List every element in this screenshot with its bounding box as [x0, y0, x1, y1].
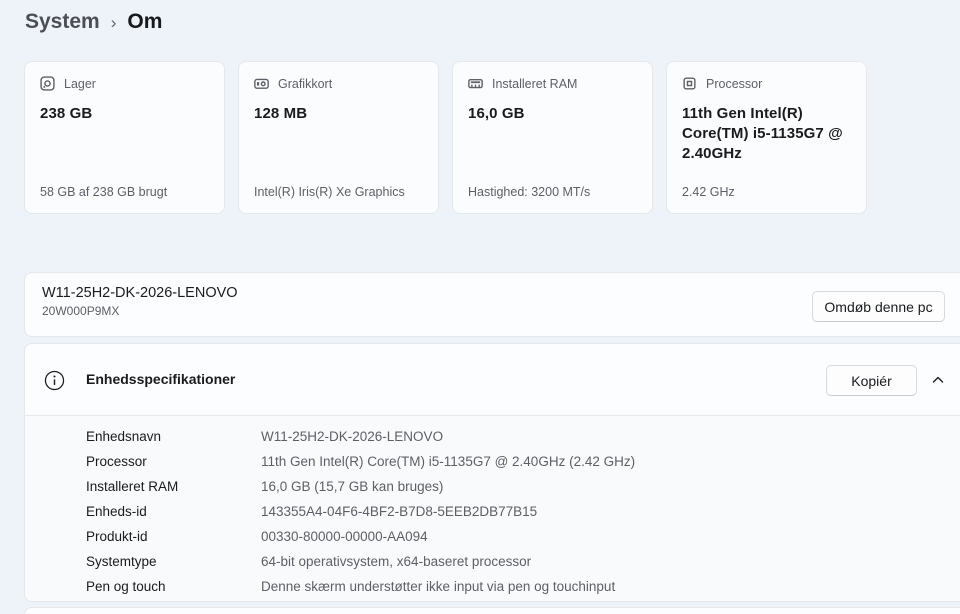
spec-row-processor: Processor 11th Gen Intel(R) Core(TM) i5-… [86, 449, 960, 474]
spec-row-device-name: Enhedsnavn W11-25H2-DK-2026-LENOVO [86, 424, 960, 449]
spec-label: Systemtype [86, 554, 157, 569]
rename-pc-button[interactable]: Omdøb denne pc [812, 291, 945, 322]
device-name-panel: W11-25H2-DK-2026-LENOVO 20W000P9MX Omdøb… [24, 272, 960, 337]
spec-row-device-id: Enheds-id 143355A4-04F6-4BF2-B7D8-5EEB2D… [86, 499, 960, 524]
card-label: Grafikkort [278, 76, 333, 91]
card-footer: 58 GB af 238 GB brugt [40, 185, 168, 199]
card-processor[interactable]: Processor 11th Gen Intel(R) Core(TM) i5-… [666, 61, 867, 214]
page-title: Om [127, 10, 163, 33]
spec-row-pen-touch: Pen og touch Denne skærm understøtter ik… [86, 574, 960, 599]
spec-row-system-type: Systemtype 64-bit operativsystem, x64-ba… [86, 549, 960, 574]
gpu-icon [254, 78, 269, 89]
settings-about-page: System › Om Lager 238 GB 58 GB af 238 GB… [0, 0, 960, 614]
card-value: 128 MB [254, 105, 308, 122]
chevron-up-icon[interactable] [930, 372, 946, 388]
spec-label: Produkt-id [86, 529, 148, 544]
device-specs-panel: Enhedsspecifikationer Kopiér Enhedsnavn … [24, 343, 960, 602]
spec-label: Installeret RAM [86, 479, 179, 494]
breadcrumb-system[interactable]: System [25, 10, 100, 34]
cpu-icon [683, 77, 696, 90]
chevron-right-icon: › [110, 12, 117, 32]
next-section-panel[interactable] [24, 607, 960, 614]
spec-value: 16,0 GB (15,7 GB kan bruges) [261, 479, 444, 494]
card-footer: Hastighed: 3200 MT/s [468, 185, 591, 199]
spec-row-product-id: Produkt-id 00330-80000-00000-AA094 [86, 524, 960, 549]
card-footer: Intel(R) Iris(R) Xe Graphics [254, 185, 405, 199]
summary-cards: Lager 238 GB 58 GB af 238 GB brugt Grafi… [24, 61, 867, 214]
device-specs-title: Enhedsspecifikationer [86, 371, 236, 387]
info-icon [44, 370, 65, 391]
spec-label: Pen og touch [86, 579, 166, 594]
spec-label: Processor [86, 454, 147, 469]
card-label: Installeret RAM [492, 76, 578, 91]
spec-value: 64-bit operativsystem, x64-baseret proce… [261, 554, 532, 569]
card-value: 238 GB [40, 105, 93, 122]
card-label: Lager [64, 76, 96, 91]
card-ram[interactable]: Installeret RAM 16,0 GB Hastighed: 3200 … [452, 61, 653, 214]
device-specs-body: Enhedsnavn W11-25H2-DK-2026-LENOVO Proce… [25, 415, 960, 601]
card-value: 11th Gen Intel(R) Core(TM) i5-1135G7 @ 2… [682, 105, 843, 162]
ram-icon [468, 78, 483, 89]
card-storage[interactable]: Lager 238 GB 58 GB af 238 GB brugt [24, 61, 225, 214]
copy-button[interactable]: Kopiér [826, 365, 917, 396]
spec-value: 00330-80000-00000-AA094 [261, 529, 428, 544]
card-value: 16,0 GB [468, 105, 525, 122]
spec-value: 143355A4-04F6-4BF2-B7D8-5EEB2DB77B15 [261, 504, 538, 519]
card-label: Processor [706, 76, 763, 91]
device-specs-header[interactable]: Enhedsspecifikationer Kopiér [25, 344, 960, 415]
storage-icon [40, 76, 55, 91]
spec-value: Denne skærm understøtter ikke input via … [261, 579, 616, 594]
card-graphics[interactable]: Grafikkort 128 MB Intel(R) Iris(R) Xe Gr… [238, 61, 439, 214]
spec-label: Enhedsnavn [86, 429, 162, 444]
spec-value: 11th Gen Intel(R) Core(TM) i5-1135G7 @ 2… [261, 454, 636, 469]
spec-row-ram: Installeret RAM 16,0 GB (15,7 GB kan bru… [86, 474, 960, 499]
spec-label: Enheds-id [86, 504, 147, 519]
breadcrumb: System › Om [25, 10, 162, 34]
spec-value: W11-25H2-DK-2026-LENOVO [261, 429, 444, 444]
card-footer: 2.42 GHz [682, 185, 735, 199]
